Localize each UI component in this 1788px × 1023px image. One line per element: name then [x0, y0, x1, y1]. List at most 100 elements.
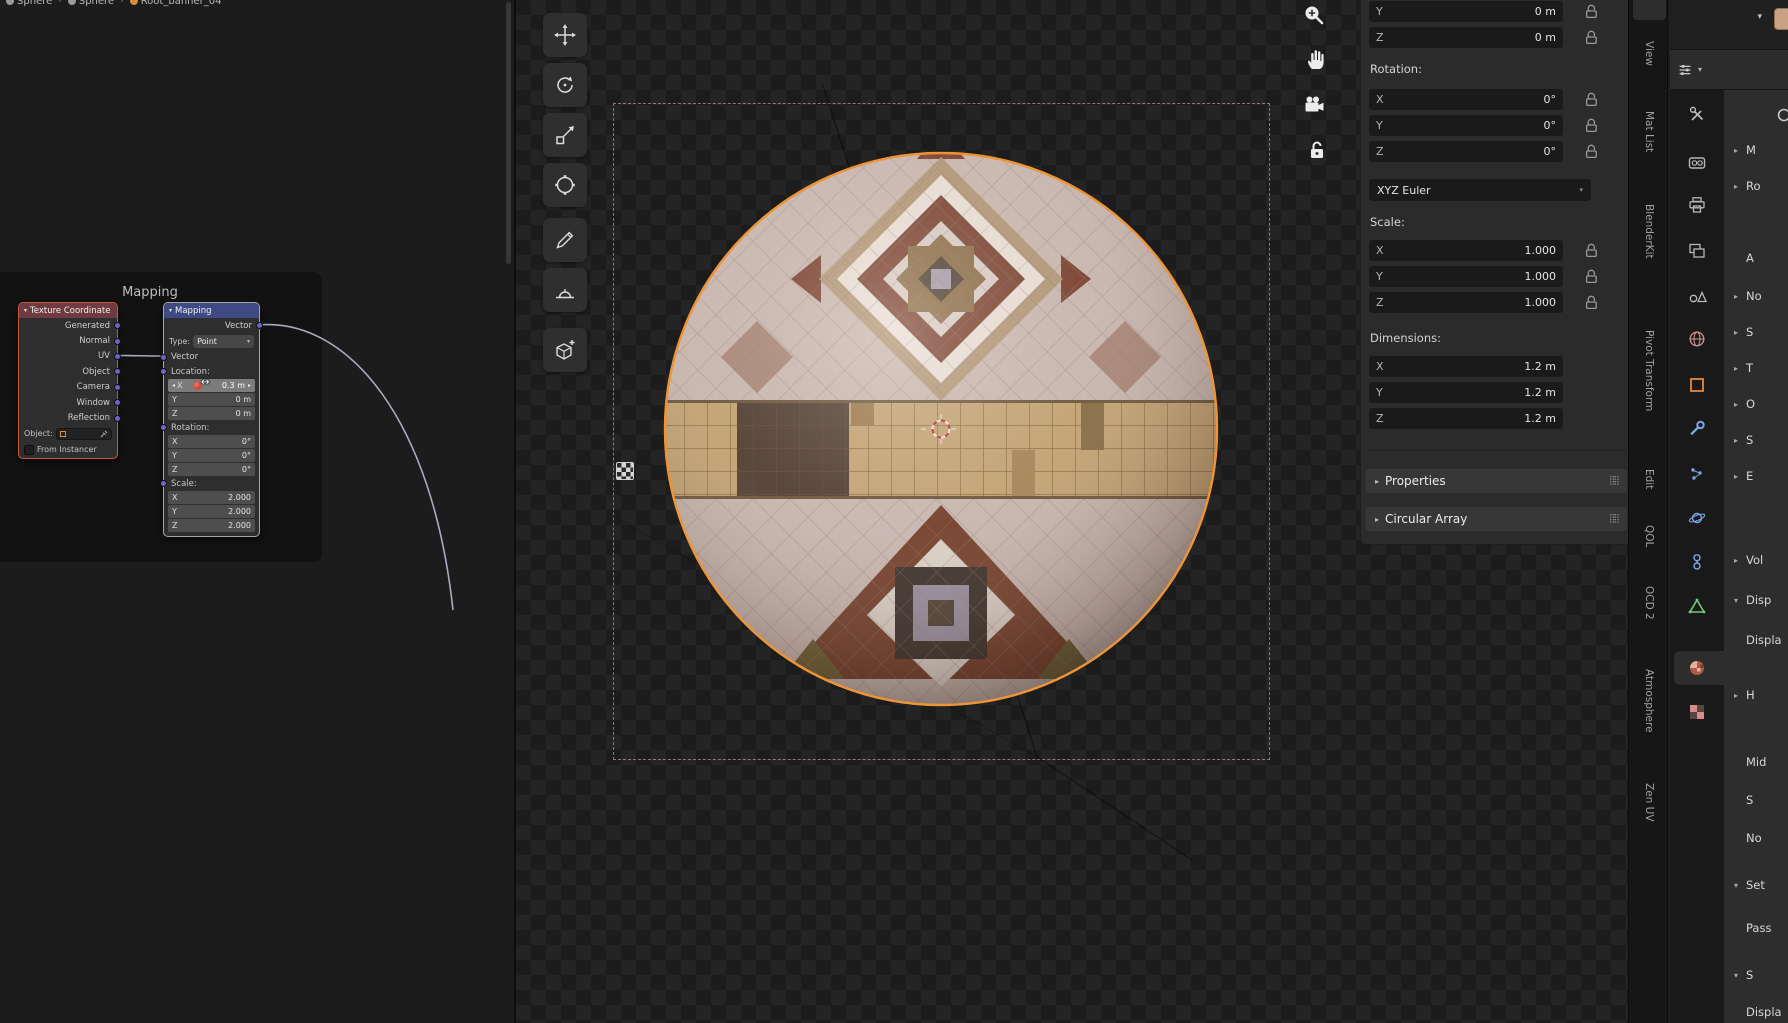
tool-annotate-button[interactable] — [543, 218, 587, 262]
tool-add-cube-button[interactable] — [543, 328, 587, 372]
mapping-rotation-x-field[interactable]: X0° — [168, 435, 255, 448]
dimension-y-field[interactable]: Y 1.2 m — [1369, 382, 1563, 403]
tool-rotate-button[interactable] — [543, 63, 587, 107]
type-dropdown[interactable]: Point ▾ — [193, 335, 254, 348]
tab-physics[interactable] — [1687, 508, 1707, 528]
panel-header-fragment[interactable]: ▸E — [1734, 468, 1753, 484]
drag-grip-icon[interactable]: ⣿⣿ — [1609, 476, 1618, 486]
zoom-gizmo-button[interactable] — [1301, 2, 1327, 28]
dimension-z-field[interactable]: Z 1.2 m — [1369, 408, 1563, 429]
editor-type-icon[interactable] — [1676, 61, 1694, 79]
rotation-mode-dropdown[interactable]: XYZ Euler ▾ — [1369, 179, 1591, 201]
tab-particles[interactable] — [1687, 464, 1707, 484]
socket-icon[interactable] — [114, 415, 121, 422]
sidebar-tab-qol[interactable]: QOL — [1634, 512, 1664, 560]
panel-header-circular-array[interactable]: ▸ Circular Array ⣿⣿ — [1365, 506, 1628, 532]
panel-header-fragment[interactable]: ▸Vol — [1734, 552, 1763, 568]
panel-header-fragment[interactable]: ▸S — [1734, 432, 1753, 448]
search-icon[interactable] — [1775, 106, 1788, 128]
dimension-x-field[interactable]: X 1.2 m — [1369, 356, 1563, 377]
mapping-rotation-z-field[interactable]: Z0° — [168, 463, 255, 476]
breadcrumb-item[interactable]: Sphere — [68, 0, 114, 7]
from-instancer-checkbox[interactable] — [24, 445, 34, 455]
lock-icon[interactable] — [1585, 295, 1598, 310]
panel-header-fragment[interactable]: ▸O — [1734, 396, 1755, 412]
socket-icon[interactable] — [114, 384, 121, 391]
socket-icon[interactable] — [160, 354, 167, 361]
tab-tool[interactable] — [1687, 105, 1707, 125]
node-editor-scrollbar[interactable] — [506, 2, 511, 264]
socket-icon[interactable] — [114, 353, 121, 360]
slider-right-icon[interactable]: ▸ — [248, 382, 251, 389]
node-header[interactable]: ▾ Texture Coordinate — [19, 303, 117, 318]
lock-icon[interactable] — [1585, 30, 1598, 45]
lock-icon[interactable] — [1585, 144, 1598, 159]
sidebar-tab-view[interactable]: View — [1634, 28, 1664, 78]
panel-header-fragment[interactable]: ▸T — [1734, 360, 1753, 376]
lock-icon[interactable] — [1585, 118, 1598, 133]
scale-y-field[interactable]: Y 1.000 — [1369, 266, 1563, 287]
location-z-field[interactable]: Z 0 m — [1369, 27, 1563, 48]
mapping-location-x-field[interactable]: ◂ X 0.3 m ▸ ↔ — [168, 379, 255, 392]
breadcrumb-item[interactable]: Root_banner_04 — [130, 0, 222, 7]
tool-scale-button[interactable] — [543, 113, 587, 157]
panel-header-fragment[interactable]: ▸H — [1734, 687, 1755, 703]
sidebar-tab-blenderkit[interactable]: BlenderKit — [1634, 186, 1664, 276]
rotation-x-field[interactable]: X 0° — [1369, 89, 1563, 110]
slider-left-icon[interactable]: ◂ — [172, 382, 175, 389]
tool-transform-button[interactable] — [543, 163, 587, 207]
lock-icon[interactable] — [1585, 269, 1598, 284]
viewport-3d[interactable]: Y 0 m Z 0 m Rotation: X 0° Y 0° Z 0° — [516, 0, 1668, 1023]
mapping-location-y-field[interactable]: Y0 m — [168, 393, 255, 406]
texture-coordinate-node[interactable]: ▾ Texture Coordinate Generated Normal UV… — [18, 302, 118, 459]
tab-constraints[interactable] — [1687, 552, 1707, 572]
panel-header-properties[interactable]: ▸ Properties ⣿⣿ — [1365, 468, 1628, 494]
camera-lock-button[interactable] — [1304, 138, 1330, 164]
node-header[interactable]: ▾ Mapping — [164, 303, 259, 318]
socket-icon[interactable] — [160, 480, 167, 487]
camera-view-button[interactable] — [1301, 92, 1327, 118]
drag-grip-icon[interactable]: ⣿⣿ — [1609, 514, 1618, 524]
collapse-icon[interactable]: ▾ — [169, 307, 172, 314]
scale-z-field[interactable]: Z 1.000 — [1369, 292, 1563, 313]
scale-x-field[interactable]: X 1.000 — [1369, 240, 1563, 261]
panel-header-fragment[interactable]: ▾Set — [1734, 877, 1765, 893]
breadcrumb-item[interactable]: Sphere — [6, 0, 52, 7]
tab-world[interactable] — [1687, 329, 1707, 349]
socket-icon[interactable] — [160, 424, 167, 431]
mapping-scale-x-field[interactable]: X2.000 — [168, 491, 255, 504]
tool-measure-button[interactable] — [543, 268, 587, 312]
lock-icon[interactable] — [1585, 92, 1598, 107]
socket-icon[interactable] — [114, 338, 121, 345]
tab-scene[interactable] — [1687, 285, 1707, 305]
mapping-location-z-field[interactable]: Z0 m — [168, 407, 255, 420]
tool-move-button[interactable] — [543, 13, 587, 57]
mosaic-sphere-object[interactable] — [661, 149, 1221, 709]
sidebar-tab-atmosphere[interactable]: Atmosphere — [1634, 650, 1664, 752]
rotation-y-field[interactable]: Y 0° — [1369, 115, 1563, 136]
panel-header-fragment[interactable]: ▾Disp — [1734, 592, 1771, 608]
panel-header-fragment[interactable]: ▸No — [1734, 288, 1762, 304]
pan-gizmo-button[interactable] — [1303, 46, 1329, 72]
object-field[interactable] — [56, 428, 112, 440]
chevron-down-icon[interactable]: ▾ — [1757, 12, 1762, 22]
mapping-node[interactable]: ▾ Mapping Vector Type: Point ▾ Vector Lo… — [163, 302, 260, 537]
tab-material[interactable] — [1687, 658, 1707, 678]
sidebar-tab-ocd-2[interactable]: OCD 2 — [1634, 572, 1664, 634]
sidebar-tab-zen-uv[interactable]: Zen UV — [1634, 762, 1664, 842]
panel-header-fragment[interactable]: ▸M — [1734, 142, 1756, 158]
panel-header-fragment[interactable]: ▸Ro — [1734, 178, 1761, 194]
location-y-field[interactable]: Y 0 m — [1369, 1, 1563, 22]
sidebar-tab-edit[interactable]: Edit — [1634, 456, 1664, 502]
mapping-scale-y-field[interactable]: Y2.000 — [168, 505, 255, 518]
mapping-rotation-y-field[interactable]: Y0° — [168, 449, 255, 462]
tab-view-layer[interactable] — [1687, 241, 1707, 261]
tab-modifiers[interactable] — [1687, 419, 1707, 439]
socket-icon[interactable] — [160, 368, 167, 375]
eyedropper-icon[interactable] — [100, 430, 108, 438]
lock-icon[interactable] — [1585, 4, 1598, 19]
mapping-scale-z-field[interactable]: Z2.000 — [168, 519, 255, 532]
panel-header-fragment[interactable]: ▸S — [1734, 324, 1753, 340]
tab-output[interactable] — [1687, 195, 1707, 215]
panel-header-fragment[interactable]: ▾S — [1734, 967, 1753, 983]
